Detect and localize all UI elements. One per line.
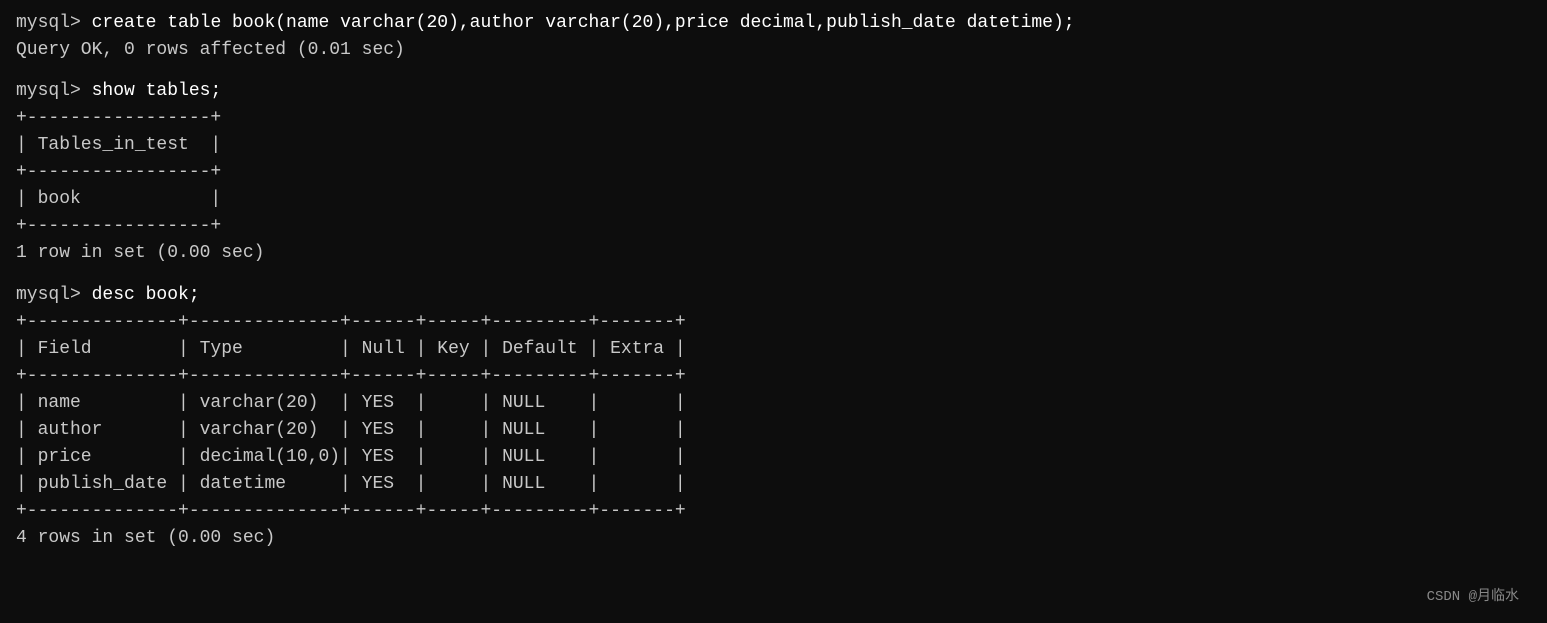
result-line: 4 rows in set (0.00 sec) <box>16 525 1531 552</box>
prompt: mysql> <box>16 81 92 101</box>
spacer-line <box>16 64 1531 78</box>
command-text: create table book(name varchar(20),autho… <box>92 13 1075 33</box>
result-line: | publish_date | datetime | YES | | NULL… <box>16 471 1531 498</box>
result-line: | Tables_in_test | <box>16 132 1531 159</box>
result-line: | name | varchar(20) | YES | | NULL | | <box>16 390 1531 417</box>
command-line: mysql> create table book(name varchar(20… <box>16 10 1531 37</box>
prompt: mysql> <box>16 285 92 305</box>
result-line: | author | varchar(20) | YES | | NULL | … <box>16 417 1531 444</box>
table-border-line: +-----------------+ <box>16 105 1531 132</box>
table-border-line: +-----------------+ <box>16 213 1531 240</box>
watermark: CSDN @月临水 <box>1427 585 1519 605</box>
prompt: mysql> <box>16 13 92 33</box>
result-line: | price | decimal(10,0)| YES | | NULL | … <box>16 444 1531 471</box>
table-border-line: +--------------+--------------+------+--… <box>16 309 1531 336</box>
spacer-line <box>16 267 1531 281</box>
table-border-line: +--------------+--------------+------+--… <box>16 363 1531 390</box>
result-line: 1 row in set (0.00 sec) <box>16 240 1531 267</box>
command-line: mysql> desc book; <box>16 282 1531 309</box>
result-line: | book | <box>16 186 1531 213</box>
terminal-content: mysql> create table book(name varchar(20… <box>16 10 1531 552</box>
result-line: | Field | Type | Null | Key | Default | … <box>16 336 1531 363</box>
command-text: show tables; <box>92 81 222 101</box>
table-border-line: +--------------+--------------+------+--… <box>16 498 1531 525</box>
command-text: desc book; <box>92 285 200 305</box>
result-line: Query OK, 0 rows affected (0.01 sec) <box>16 37 1531 64</box>
command-line: mysql> show tables; <box>16 78 1531 105</box>
table-border-line: +-----------------+ <box>16 159 1531 186</box>
terminal-window: mysql> create table book(name varchar(20… <box>16 10 1531 613</box>
